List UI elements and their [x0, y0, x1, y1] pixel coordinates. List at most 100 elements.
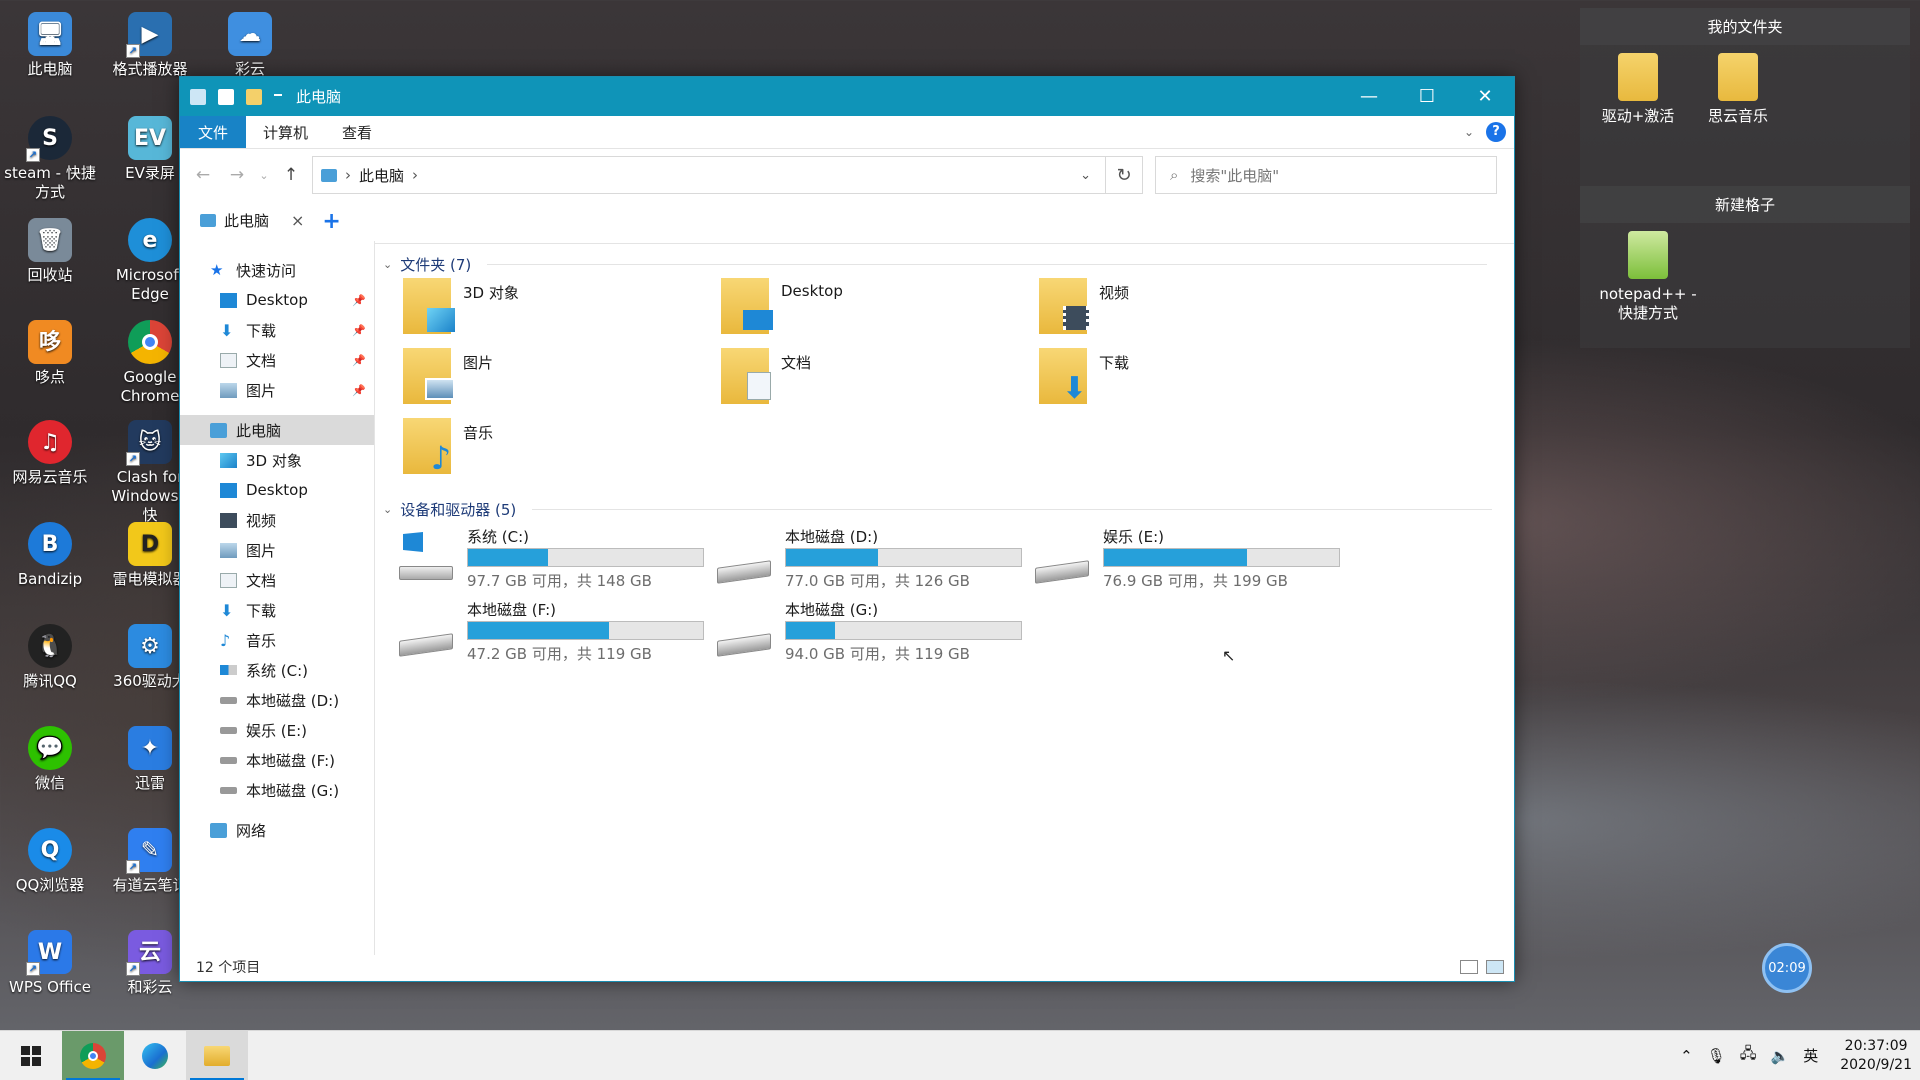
microphone-icon[interactable]: 🎙 [1707, 1047, 1726, 1065]
quick-access-toolbar [190, 88, 282, 105]
maximize-button[interactable]: ☐ [1398, 77, 1456, 116]
folder-videos[interactable]: 视频 [1039, 278, 1339, 338]
pin-icon[interactable]: 📌 [352, 354, 366, 367]
nav-pictures[interactable]: 图片 [180, 535, 374, 565]
customize-dropdown-icon[interactable] [274, 93, 282, 100]
nav-quick-pictures[interactable]: 图片 📌 [180, 375, 374, 405]
drive-c[interactable]: 系统 (C:) 97.7 GB 可用，共 148 GB [399, 526, 709, 590]
nav-drive-c[interactable]: 系统 (C:) [180, 655, 374, 685]
breadcrumb-this-pc[interactable]: 此电脑 [359, 165, 404, 186]
desktop-icon-qq[interactable]: 🐧 腾讯QQ [2, 624, 98, 691]
folder-pictures[interactable]: 图片 [403, 348, 703, 408]
fence-item-driver-activation[interactable]: 驱动+激活 [1598, 53, 1678, 126]
address-bar[interactable]: › 此电脑 › ⌄ [312, 156, 1106, 194]
desktop-icon-this-pc[interactable]: 🖥 此电脑 [2, 12, 98, 79]
nav-drive-g[interactable]: 本地磁盘 (G:) [180, 775, 374, 805]
forward-button[interactable]: → [224, 165, 250, 185]
drive-free-space: 94.0 GB 可用，共 119 GB [785, 645, 970, 663]
nav-downloads[interactable]: ⬇ 下载 [180, 595, 374, 625]
folder-downloads[interactable]: ⬇ 下载 [1039, 348, 1339, 408]
ime-indicator[interactable]: 英 [1803, 1045, 1818, 1066]
close-button[interactable]: ✕ [1456, 77, 1514, 116]
desktop-icon-bandizip[interactable]: B Bandizip [2, 522, 98, 589]
drives-section-header[interactable]: ⌄ 设备和驱动器 (5) [383, 499, 1493, 520]
breadcrumb-separator-icon[interactable]: › [412, 166, 418, 184]
clock[interactable]: 20:37:09 2020/9/21 [1840, 1037, 1912, 1075]
minimize-button[interactable]: — [1340, 77, 1398, 116]
folder-icon [204, 1045, 230, 1066]
desktop-icon-wps[interactable]: W ↗ WPS Office [2, 930, 98, 997]
nav-music[interactable]: ♪ 音乐 [180, 625, 374, 655]
nav-network[interactable]: 网络 [180, 815, 374, 845]
folder-documents[interactable]: 文档 [721, 348, 1021, 408]
nav-videos[interactable]: 视频 [180, 505, 374, 535]
expand-ribbon-icon[interactable]: ⌄ [1464, 125, 1474, 139]
start-button[interactable] [0, 1031, 62, 1080]
nav-desktop[interactable]: Desktop [180, 475, 374, 505]
nav-drive-d[interactable]: 本地磁盘 (D:) [180, 685, 374, 715]
close-tab-icon[interactable]: × [291, 211, 304, 230]
taskbar-chrome[interactable] [62, 1030, 124, 1080]
breadcrumb-separator-icon[interactable]: › [345, 166, 351, 184]
drive-g[interactable]: 本地磁盘 (G:) 94.0 GB 可用，共 119 GB [717, 599, 1027, 663]
back-button[interactable]: ← [190, 165, 216, 185]
network-icon[interactable]: 🖧 [1740, 1043, 1757, 1068]
desktop-icon-caiyun[interactable]: ☁ 彩云 [202, 12, 298, 79]
desktop-icon-duodian[interactable]: 哆 哆点 [2, 320, 98, 387]
collapse-chevron-icon[interactable]: ⌄ [383, 258, 392, 271]
up-button[interactable]: ↑ [278, 165, 304, 185]
search-input[interactable]: ⌕ 搜索"此电脑" [1155, 156, 1497, 194]
drive-f[interactable]: 本地磁盘 (F:) 47.2 GB 可用，共 119 GB [399, 599, 709, 663]
title-bar[interactable]: 此电脑 — ☐ ✕ [180, 77, 1514, 116]
nav-quick-downloads[interactable]: ⬇ 下载 📌 [180, 315, 374, 345]
nav-quick-desktop[interactable]: Desktop 📌 [180, 285, 374, 315]
folder-music[interactable]: ♪ 音乐 [403, 418, 703, 478]
taskbar-edge[interactable] [124, 1031, 186, 1080]
nav-3d-objects[interactable]: 3D 对象 [180, 445, 374, 475]
desktop-icon-player[interactable]: ▶ ↗ 格式播放器 [102, 12, 198, 79]
tab-computer[interactable]: 计算机 [246, 116, 325, 148]
nav-drive-f[interactable]: 本地磁盘 (F:) [180, 745, 374, 775]
explorer-tab-this-pc[interactable]: 此电脑 × [190, 204, 315, 238]
large-icons-view-icon[interactable] [1486, 960, 1504, 974]
folder-3d-objects[interactable]: 3D 对象 [403, 278, 703, 338]
desktop-folder-icon [220, 482, 237, 498]
nav-documents[interactable]: 文档 [180, 565, 374, 595]
details-view-icon[interactable] [1460, 960, 1478, 974]
help-icon[interactable]: ? [1486, 122, 1506, 142]
nav-this-pc[interactable]: 此电脑 [180, 415, 374, 445]
pin-icon[interactable]: 📌 [352, 294, 366, 307]
address-dropdown-icon[interactable]: ⌄ [1080, 168, 1091, 183]
properties-icon[interactable] [218, 88, 234, 105]
collapse-chevron-icon[interactable]: ⌄ [383, 503, 392, 516]
nav-quick-access[interactable]: ★ 快速访问 [180, 255, 374, 285]
desktop-icon-steam[interactable]: S ↗ steam - 快捷方式 [2, 116, 98, 202]
recent-locations-dropdown[interactable]: ⌄ [258, 169, 270, 182]
desktop-icon-recycle-bin[interactable]: 🗑 回收站 [2, 218, 98, 285]
fence-item-notepadpp[interactable]: notepad++ - 快捷方式 [1598, 231, 1698, 323]
tab-view[interactable]: 查看 [325, 116, 389, 148]
pc-icon [321, 168, 337, 182]
drive-d[interactable]: 本地磁盘 (D:) 77.0 GB 可用，共 126 GB [717, 526, 1027, 590]
taskbar-file-explorer[interactable] [186, 1030, 248, 1080]
desktop-icon-netease-music[interactable]: ♫ 网易云音乐 [2, 420, 98, 487]
desktop-icon-label: 有道云笔记 [112, 876, 188, 894]
pin-icon[interactable]: 📌 [352, 384, 366, 397]
pin-icon[interactable]: 📌 [352, 324, 366, 337]
nav-drive-e[interactable]: 娱乐 (E:) [180, 715, 374, 745]
steam-icon: S ↗ [26, 116, 72, 162]
refresh-button[interactable]: ↻ [1105, 156, 1143, 194]
new-folder-icon[interactable] [246, 88, 262, 105]
show-hidden-icons-icon[interactable]: ⌃ [1680, 1047, 1693, 1065]
desktop-icon-qq-browser[interactable]: Q QQ浏览器 [2, 828, 98, 895]
folder-desktop[interactable]: Desktop [721, 278, 1021, 338]
new-tab-button[interactable]: + [322, 209, 340, 234]
floating-timer[interactable]: 02:09 [1762, 943, 1812, 993]
drive-e[interactable]: 娱乐 (E:) 76.9 GB 可用，共 199 GB [1035, 526, 1345, 590]
desktop-icon-wechat[interactable]: 💬 微信 [2, 726, 98, 793]
tab-file[interactable]: 文件 [180, 116, 247, 148]
folders-section-header[interactable]: ⌄ 文件夹 (7) [383, 254, 1488, 275]
fence-item-siyun-music[interactable]: 思云音乐 [1698, 53, 1778, 126]
volume-icon[interactable]: 🔈 [1771, 1047, 1790, 1065]
nav-quick-documents[interactable]: 文档 📌 [180, 345, 374, 375]
